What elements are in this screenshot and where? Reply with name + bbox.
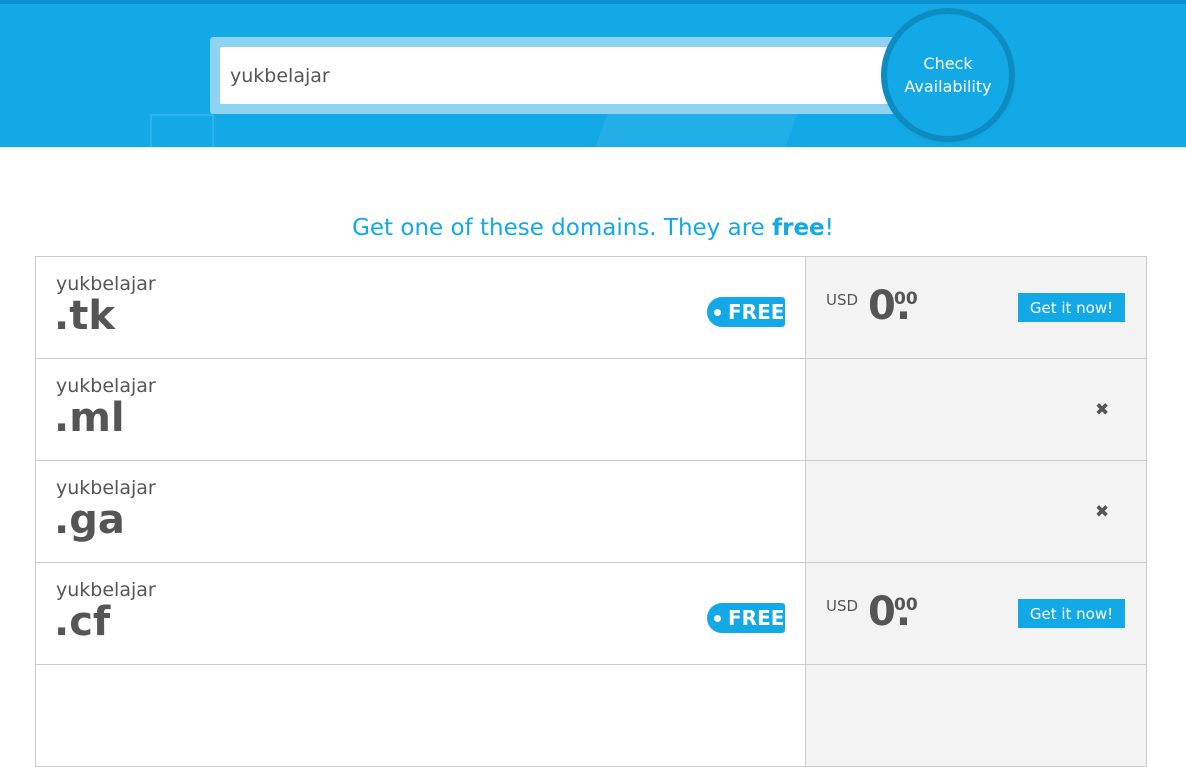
domain-tld: .tk: [54, 293, 115, 339]
badge-dot-icon: [714, 309, 721, 316]
domain-search-input[interactable]: [220, 47, 910, 104]
heading-text: Get one of these domains. They are: [352, 215, 773, 241]
domain-price-cell: ✖: [805, 461, 1146, 562]
free-badge: FREE: [707, 603, 785, 633]
search-box: [210, 37, 930, 114]
domain-row: [36, 665, 1146, 767]
domain-name-cell: yukbelajar .ga: [36, 461, 804, 562]
get-it-now-button[interactable]: Get it now!: [1018, 293, 1125, 322]
domain-price-cell: USD 0. 00 Get it now!: [805, 257, 1146, 358]
domain-name: yukbelajar: [56, 579, 156, 601]
background-building-decoration: [150, 114, 214, 147]
price-cents: 00: [894, 289, 918, 309]
domain-row: yukbelajar .tk FREE USD 0. 00 Get it now…: [36, 257, 1146, 359]
heading-emphasis: free: [772, 215, 825, 241]
badge-dot-icon: [714, 615, 721, 622]
heading-end: !: [824, 215, 834, 241]
domain-name: yukbelajar: [56, 273, 156, 295]
check-availability-label-line2: Availability: [904, 77, 992, 96]
check-availability-button[interactable]: Check Availability: [887, 14, 1009, 136]
domain-name-cell: yukbelajar .cf FREE: [36, 563, 804, 664]
domain-tld: .ml: [54, 395, 125, 441]
price-currency: USD: [826, 291, 859, 309]
get-it-now-button[interactable]: Get it now!: [1018, 599, 1125, 628]
domain-name-cell: [36, 665, 804, 766]
domain-tld: .ga: [54, 497, 125, 543]
free-badge-label: FREE: [728, 300, 785, 324]
domain-results-table: yukbelajar .tk FREE USD 0. 00 Get it now…: [35, 256, 1147, 767]
price-cents: 00: [894, 595, 918, 615]
domain-price-cell: ✖: [805, 359, 1146, 460]
domain-price-cell: USD 0. 00 Get it now!: [805, 563, 1146, 664]
domain-price-cell: [805, 665, 1146, 766]
domain-row: yukbelajar .ml ✖: [36, 359, 1146, 461]
domain-row: yukbelajar .cf FREE USD 0. 00 Get it now…: [36, 563, 1146, 665]
check-availability-label-line1: Check: [923, 54, 973, 73]
free-badge-label: FREE: [728, 606, 785, 630]
domain-tld: .cf: [54, 599, 111, 645]
domain-name: yukbelajar: [56, 375, 156, 397]
domain-row: yukbelajar .ga ✖: [36, 461, 1146, 563]
domain-name-cell: yukbelajar .ml: [36, 359, 804, 460]
free-badge: FREE: [707, 297, 785, 327]
domain-name-cell: yukbelajar .tk FREE: [36, 257, 804, 358]
close-icon: ✖: [1095, 502, 1110, 522]
domain-name: yukbelajar: [56, 477, 156, 499]
search-hero: Check Availability: [0, 4, 1186, 147]
close-icon: ✖: [1095, 400, 1110, 420]
price-currency: USD: [826, 597, 859, 615]
free-domains-heading: Get one of these domains. They are free!: [0, 215, 1186, 241]
